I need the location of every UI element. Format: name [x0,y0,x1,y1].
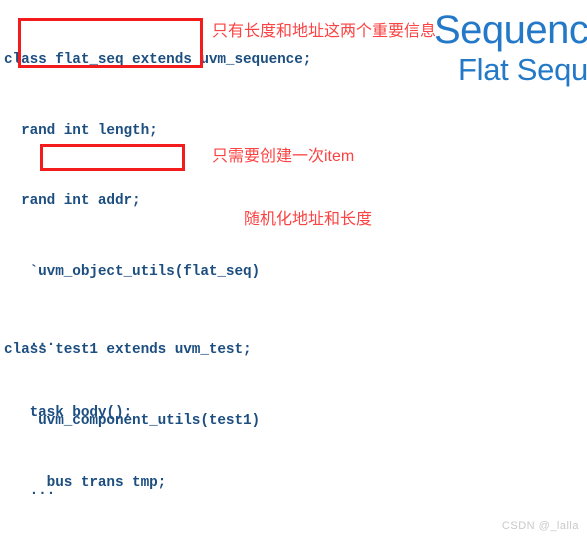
code-line: `uvm_component_utils(test1) [4,412,261,429]
code-line: rand int addr; [4,193,141,209]
code-line: class test1 extends uvm_test; [4,342,252,358]
annotation-create-item-once: 只需要创建一次item [212,148,355,165]
csdn-watermark: CSDN @_lalla [501,520,579,532]
code-line: ... [4,483,56,499]
slide-canvas: Sequence Flat Sequ class flat_seq extend… [0,0,587,540]
annotation-randomize-addr-length: 随机化地址和长度 [244,211,373,228]
annotation-rand-fields: 只有长度和地址这两个重要信息 [212,23,437,40]
code-line: rand int length; [4,122,158,139]
slide-title-main: Sequence [434,8,587,52]
code-line: `uvm_object_utils(flat_seq) [4,263,261,280]
slide-title-block: Sequence Flat Sequ [434,8,587,88]
code-line: class flat_seq extends uvm_sequence; [4,52,312,68]
code-block-test1: class test1 extends uvm_test; `uvm_compo… [4,292,482,540]
slide-title-sub: Flat Sequ [458,52,587,87]
